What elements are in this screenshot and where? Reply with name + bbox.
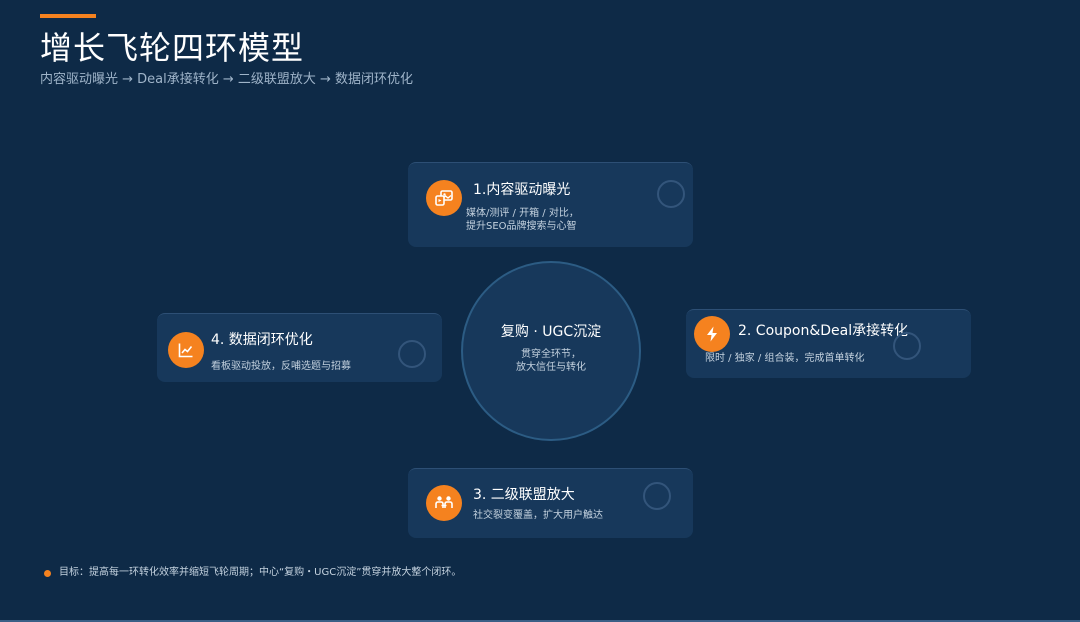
hub-description: 贯穿全环节， 放大信任与转化 (516, 349, 586, 373)
card-ring-marker (643, 482, 671, 510)
card-description: 社交裂变覆盖，扩大用户触达 (473, 510, 603, 521)
goal-note-text: 目标：提高每一环转化效率并缩短飞轮周期；中心“复购・UGC沉淀”贯穿并放大整个闭… (59, 567, 462, 578)
card-title: 4. 数据闭环优化 (211, 332, 313, 348)
card-description: 限时 / 独家 / 组合装，完成首单转化 (705, 353, 865, 364)
hub-title: 复购 · UGC沉淀 (500, 324, 602, 340)
card-ring-marker (893, 332, 921, 360)
flywheel-card-content-exposure[interactable]: 1.内容驱动曝光 媒体/测评 / 开箱 / 对比， 提升SEO品牌搜索与心智 (408, 162, 693, 247)
bullet-dot-icon (44, 569, 51, 577)
media-gallery-icon (426, 180, 462, 216)
card-ring-marker (657, 180, 685, 208)
card-title: 3. 二级联盟放大 (473, 487, 575, 503)
card-title: 2. Coupon&Deal承接转化 (738, 323, 909, 339)
flywheel-card-data-loop[interactable]: 4. 数据闭环优化 看板驱动投放，反哺选题与招募 (157, 313, 442, 382)
people-network-icon (426, 485, 462, 521)
goal-note: 目标：提高每一环转化效率并缩短飞轮周期；中心“复购・UGC沉淀”贯穿并放大整个闭… (44, 566, 461, 580)
card-description: 媒体/测评 / 开箱 / 对比， 提升SEO品牌搜索与心智 (466, 208, 579, 232)
page-title: 增长飞轮四环模型 (40, 29, 305, 67)
card-description: 看板驱动投放，反哺选题与招募 (211, 361, 351, 372)
flywheel-card-deal-conversion[interactable]: 2. Coupon&Deal承接转化 限时 / 独家 / 组合装，完成首单转化 (686, 309, 971, 378)
page-subtitle: 内容驱动曝光 → Deal承接转化 → 二级联盟放大 → 数据闭环优化 (40, 72, 414, 87)
card-ring-marker (398, 340, 426, 368)
line-chart-icon (168, 332, 204, 368)
flywheel-card-affiliate-amplify[interactable]: 3. 二级联盟放大 社交裂变覆盖，扩大用户触达 (408, 468, 693, 538)
card-title: 1.内容驱动曝光 (473, 182, 571, 198)
title-accent-bar (40, 14, 96, 18)
flywheel-hub[interactable]: 复购 · UGC沉淀 贯穿全环节， 放大信任与转化 (461, 261, 641, 441)
lightning-icon (694, 316, 730, 352)
